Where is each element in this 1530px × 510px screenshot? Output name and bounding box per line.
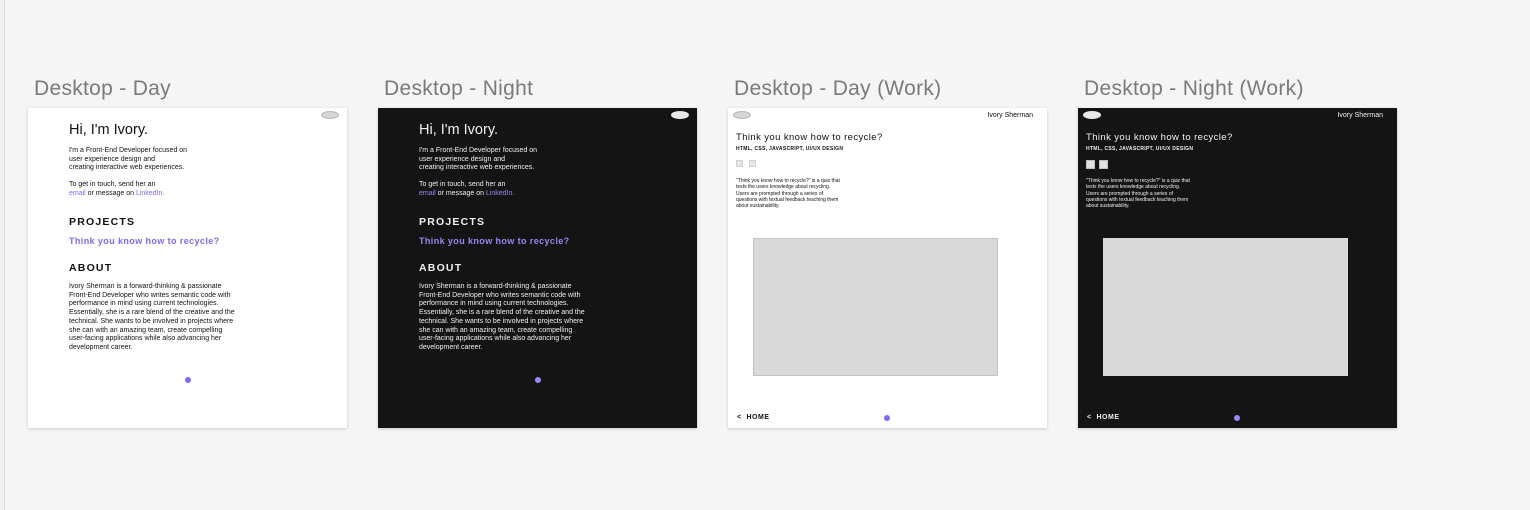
project-preview-image[interactable] [1103,238,1348,376]
page-indicator-dot [535,377,541,383]
frame-desktop-day-work[interactable]: Ivory Sherman Think you know how to recy… [728,108,1047,428]
email-link[interactable]: email [69,190,86,197]
contact-text: To get in touch, send her an email or me… [69,181,164,198]
back-home-label: HOME [746,414,770,421]
project-description: "Think you know how to recycle?" is a qu… [1086,178,1190,210]
project-tech-tags: HTML, CSS, JAVASCRIPT, UI/UX DESIGN [736,146,844,152]
intro-text: I'm a Front-End Developer focused on use… [419,147,538,172]
project-link[interactable]: Think you know how to recycle? [69,236,220,246]
contact-middle: or message on [85,189,136,197]
site-owner-name[interactable]: Ivory Sherman [987,112,1033,119]
frame-title-night[interactable]: Desktop - Night [384,77,533,101]
frame-desktop-night[interactable]: Hi, I'm Ivory. I'm a Front-End Developer… [378,108,697,428]
project-description: "Think you know how to recycle?" is a qu… [736,178,840,210]
linkedin-link[interactable]: LinkedIn. [486,190,514,197]
page-indicator-dot [1234,415,1240,421]
contact-line: email or message on LinkedIn. [419,190,514,199]
about-heading: ABOUT [419,262,463,274]
frame-desktop-night-work[interactable]: Ivory Sherman Think you know how to recy… [1078,108,1397,428]
theme-toggle[interactable] [1083,111,1101,119]
frame-title-night-work[interactable]: Desktop - Night (Work) [1084,77,1304,101]
frame-title-day[interactable]: Desktop - Day [34,77,171,101]
back-home-link[interactable]: < HOME [1087,414,1119,421]
back-home-link[interactable]: < HOME [737,414,769,421]
about-text: Ivory Sherman is a forward-thinking & pa… [69,283,235,351]
project-tech-tags: HTML, CSS, JAVASCRIPT, UI/UX DESIGN [1086,146,1194,152]
greeting-heading: Hi, I'm Ivory. [69,122,149,138]
email-link[interactable]: email [419,190,436,197]
theme-toggle[interactable] [321,111,339,119]
project-title: Think you know how to recycle? [1086,132,1233,143]
tech-square-icon [749,160,756,167]
back-home-label: HOME [1096,414,1120,421]
back-arrow-icon: < [737,414,742,421]
intro-text: I'm a Front-End Developer focused on use… [69,147,188,172]
project-title: Think you know how to recycle? [736,132,883,143]
back-arrow-icon: < [1087,414,1092,421]
theme-toggle[interactable] [671,111,689,119]
contact-line: email or message on LinkedIn. [69,190,164,199]
contact-middle: or message on [435,189,486,197]
tech-checkbox-icon [1086,160,1095,169]
about-text: Ivory Sherman is a forward-thinking & pa… [419,283,585,351]
greeting-heading: Hi, I'm Ivory. [419,122,499,138]
contact-prefix: To get in touch, send her an [419,181,506,188]
contact-prefix: To get in touch, send her an [69,181,156,188]
contact-text: To get in touch, send her an email or me… [419,181,514,198]
tech-checkbox-icon [736,160,743,167]
projects-heading: PROJECTS [419,216,486,228]
projects-heading: PROJECTS [69,216,136,228]
linkedin-link[interactable]: LinkedIn. [136,190,164,197]
project-link[interactable]: Think you know how to recycle? [419,236,570,246]
project-preview-image[interactable] [753,238,998,376]
frame-desktop-day[interactable]: Hi, I'm Ivory. I'm a Front-End Developer… [28,108,347,428]
page-indicator-dot [185,377,191,383]
frame-title-day-work[interactable]: Desktop - Day (Work) [734,77,941,101]
site-owner-name[interactable]: Ivory Sherman [1337,112,1383,119]
about-heading: ABOUT [69,262,113,274]
tech-square-icon [1099,160,1108,169]
canvas-left-edge [0,0,5,510]
theme-toggle[interactable] [733,111,751,119]
page-indicator-dot [884,415,890,421]
